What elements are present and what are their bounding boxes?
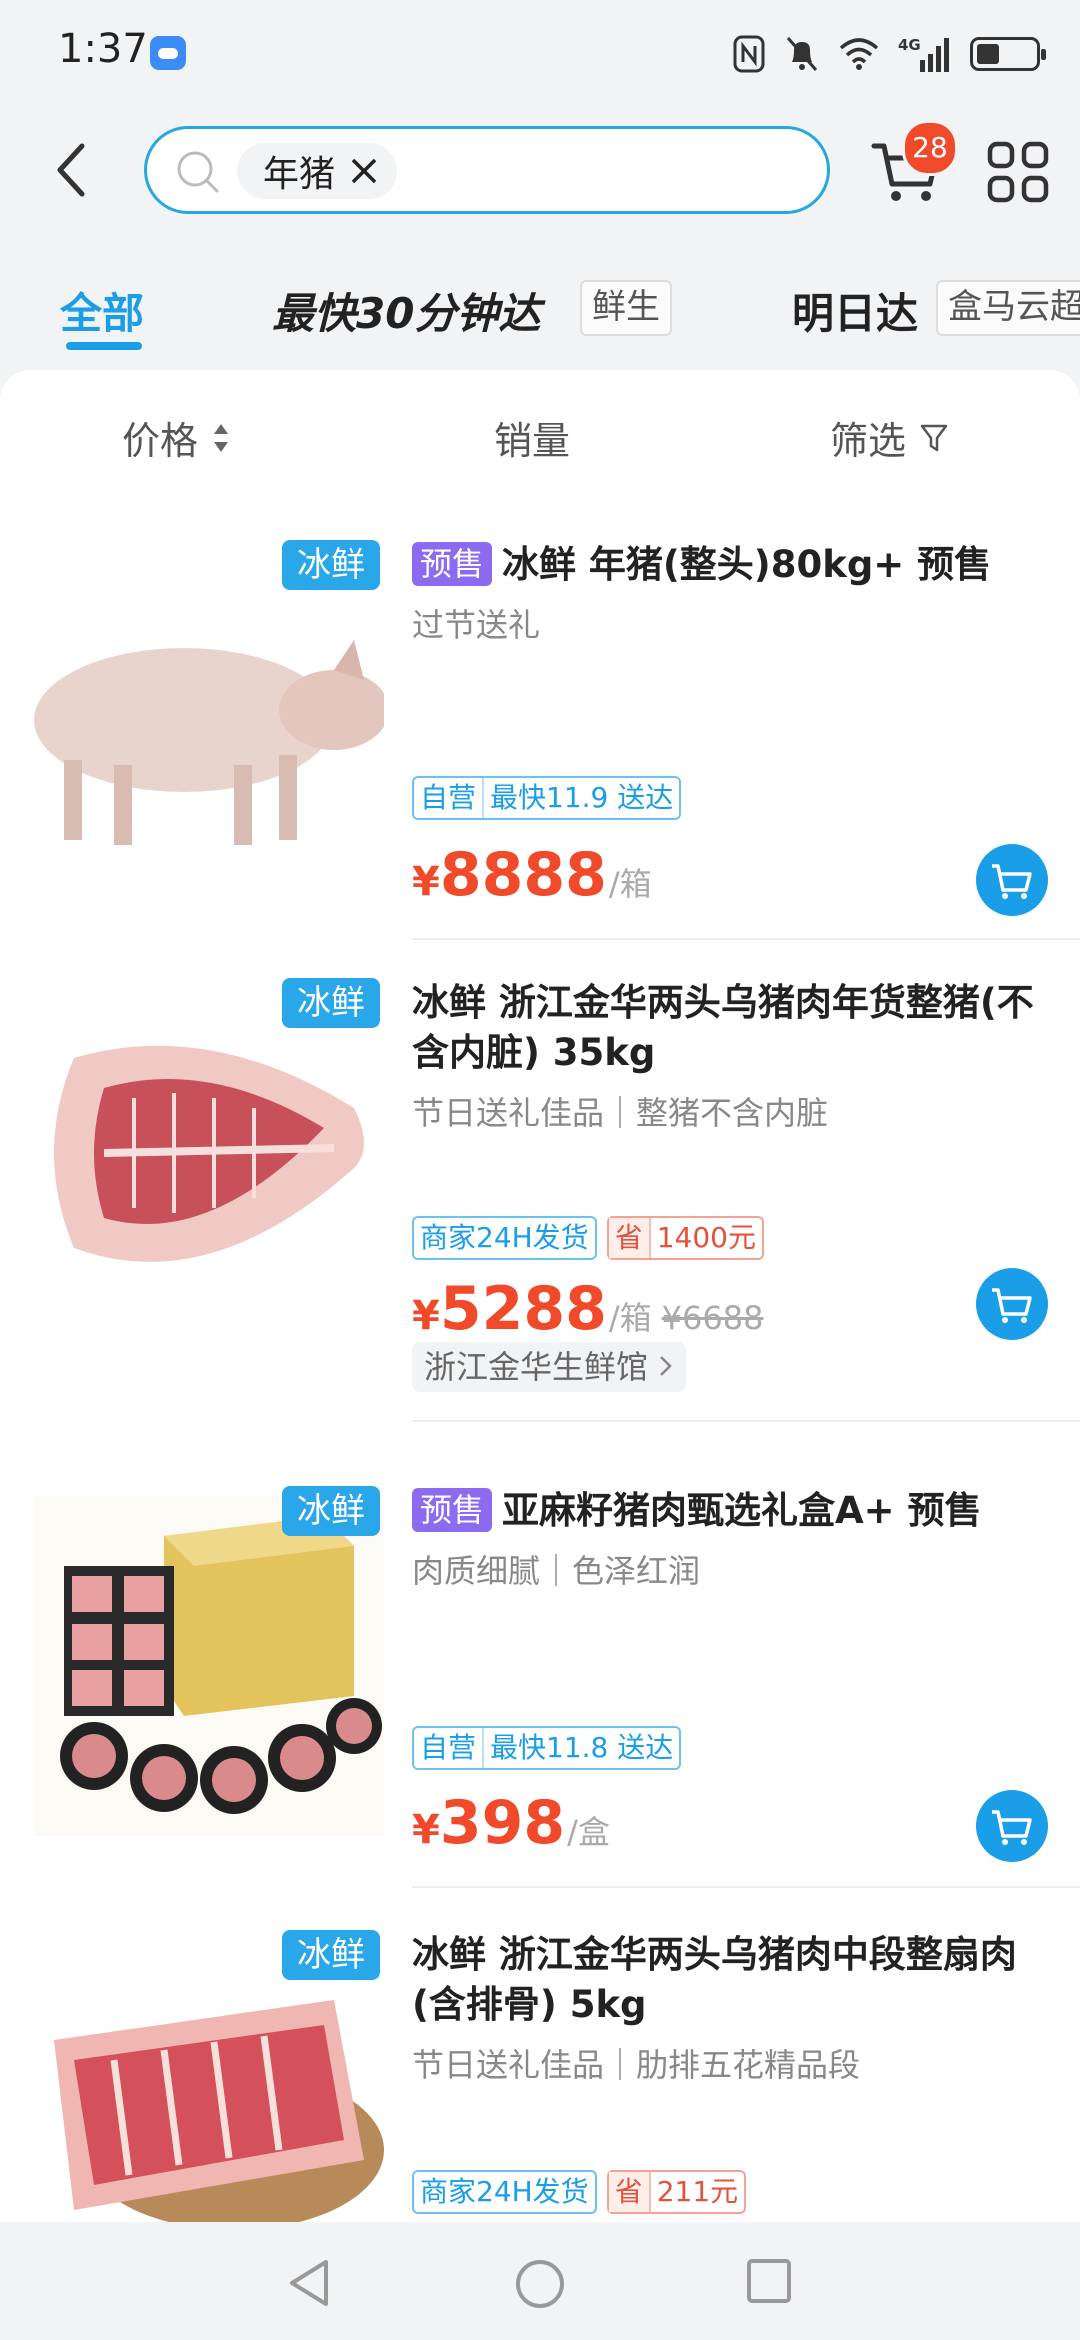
- tab-next-day-tag: 盒马云超: [936, 280, 1080, 336]
- divider: [412, 1886, 1080, 1888]
- product-info: 冰鲜 浙江金华两头乌猪肉中段整扇肉(含排骨) 5kg 节日送礼佳品｜肋排五花精品…: [412, 1930, 1042, 2086]
- product-subtitle: 节日送礼佳品｜肋排五花精品段: [412, 2046, 861, 2084]
- product-price: ¥5288/箱 ¥6688: [412, 1274, 764, 1344]
- product-title: 预售 亚麻籽猪肉甄选礼盒A+ 预售: [412, 1486, 1042, 1536]
- discount-badge: 省 1400元: [606, 1216, 764, 1260]
- category-grid-icon[interactable]: [986, 140, 1050, 204]
- product-info: 预售 亚麻籽猪肉甄选礼盒A+ 预售 肉质细腻｜色泽红润: [412, 1486, 1042, 1592]
- product-info: 冰鲜 浙江金华两头乌猪肉年货整猪(不含内脏) 35kg 节日送礼佳品｜整猪不含内…: [412, 978, 1042, 1134]
- filter-label: 筛选: [830, 419, 907, 463]
- delivery-badge: 自营 最快11.9 送达: [412, 776, 682, 820]
- product-badges: 自营 最快11.8 送达: [412, 1726, 682, 1770]
- product-image: [34, 1496, 384, 1836]
- wifi-icon: [839, 38, 879, 70]
- sort-sales-label: 销量: [494, 419, 571, 463]
- product-badges: 商家24H发货 省 1400元: [412, 1216, 764, 1260]
- product-image: [34, 1950, 384, 2240]
- add-to-cart-button[interactable]: [976, 844, 1048, 916]
- nav-home-icon[interactable]: [514, 2258, 566, 2310]
- product-price: ¥398/盒: [412, 1788, 610, 1858]
- nfc-icon: [733, 35, 765, 73]
- sort-sales[interactable]: 销量: [494, 410, 570, 465]
- chilled-tag: 冰鲜: [282, 1930, 380, 1980]
- results-panel: 价格 销量 筛选 冰鲜 预售 冰鲜 年猪(整头)80kg+ 预售 过节送礼 自营…: [0, 370, 1080, 2240]
- tab-30min[interactable]: 最快30分钟达: [272, 280, 540, 341]
- chilled-tag: 冰鲜: [282, 1486, 380, 1536]
- shipping-badge: 商家24H发货: [412, 2170, 597, 2214]
- tab-all[interactable]: 全部: [60, 280, 144, 341]
- sort-bar: 价格 销量 筛选: [0, 370, 1080, 500]
- delivery-badge: 自营 最快11.8 送达: [412, 1726, 682, 1770]
- cart-icon: [992, 1810, 1032, 1845]
- svg-text:4G: 4G: [898, 36, 921, 54]
- product-image: [34, 998, 384, 1338]
- tab-next-day[interactable]: 明日达: [792, 280, 918, 341]
- product-badges: 商家24H发货 省 211元: [412, 2170, 747, 2214]
- nav-recents-icon[interactable]: [746, 2258, 792, 2304]
- signal-4g-icon: 4G: [898, 36, 949, 72]
- product-subtitle: 过节送礼: [412, 606, 541, 644]
- chilled-tag: 冰鲜: [282, 978, 380, 1028]
- shipping-badge: 商家24H发货: [412, 1216, 597, 1260]
- sort-price-label: 价格: [122, 419, 199, 463]
- filter-funnel-icon: [920, 424, 948, 451]
- cart-icon: [992, 1288, 1032, 1323]
- divider: [412, 938, 1080, 940]
- system-nav-bar: [0, 2222, 1080, 2340]
- nav-back-icon[interactable]: [286, 2258, 334, 2308]
- back-arrow-icon[interactable]: [48, 140, 98, 200]
- search-input[interactable]: 年猪: [144, 126, 830, 214]
- status-icons: 4G: [732, 32, 1046, 76]
- sort-price[interactable]: 价格: [122, 410, 230, 465]
- original-price: ¥6688: [661, 1299, 764, 1337]
- search-icon: [177, 151, 219, 193]
- product-title: 冰鲜 浙江金华两头乌猪肉中段整扇肉(含排骨) 5kg: [412, 1933, 1017, 2026]
- product-title: 冰鲜 浙江金华两头乌猪肉年货整猪(不含内脏) 35kg: [412, 981, 1034, 1074]
- presale-tag: 预售: [412, 542, 493, 586]
- chevron-right-icon: [660, 1356, 672, 1376]
- product-subtitle: 肉质细腻｜色泽红润: [412, 1552, 701, 1590]
- delivery-tabs: 全部 最快30分钟达 鲜生 明日达 盒马云超: [0, 262, 1080, 352]
- chilled-tag: 冰鲜: [282, 540, 380, 590]
- cloud-app-icon: [150, 36, 186, 70]
- active-tab-indicator: [66, 342, 142, 350]
- search-keyword-text: 年猪: [263, 154, 336, 195]
- product-info: 预售 冰鲜 年猪(整头)80kg+ 预售 过节送礼: [412, 540, 1042, 646]
- add-to-cart-button[interactable]: [976, 1268, 1048, 1340]
- battery-icon: [970, 37, 1046, 71]
- shop-link[interactable]: 浙江金华生鲜馆: [412, 1342, 687, 1392]
- status-bar: 1:37 4G: [0, 0, 1080, 110]
- divider: [412, 1420, 1080, 1422]
- tab-30min-tag: 鲜生: [580, 280, 672, 336]
- product-image: [34, 570, 384, 910]
- clear-keyword-icon[interactable]: [349, 156, 379, 186]
- mute-bell-icon: [786, 37, 818, 71]
- product-badges: 自营 最快11.9 送达: [412, 776, 682, 820]
- search-keyword-chip[interactable]: 年猪: [237, 143, 398, 199]
- presale-tag: 预售: [412, 1488, 493, 1532]
- filter-button[interactable]: 筛选: [830, 410, 948, 465]
- cart-icon: [992, 864, 1032, 899]
- status-time: 1:37: [58, 26, 148, 72]
- discount-badge: 省 211元: [606, 2170, 747, 2214]
- add-to-cart-button[interactable]: [976, 1790, 1048, 1862]
- product-title: 预售 冰鲜 年猪(整头)80kg+ 预售: [412, 540, 1042, 590]
- product-subtitle: 节日送礼佳品｜整猪不含内脏: [412, 1094, 829, 1132]
- cart-count-badge: 28: [902, 120, 958, 176]
- product-price: ¥8888/箱: [412, 840, 652, 910]
- sort-arrows-icon: [214, 423, 229, 452]
